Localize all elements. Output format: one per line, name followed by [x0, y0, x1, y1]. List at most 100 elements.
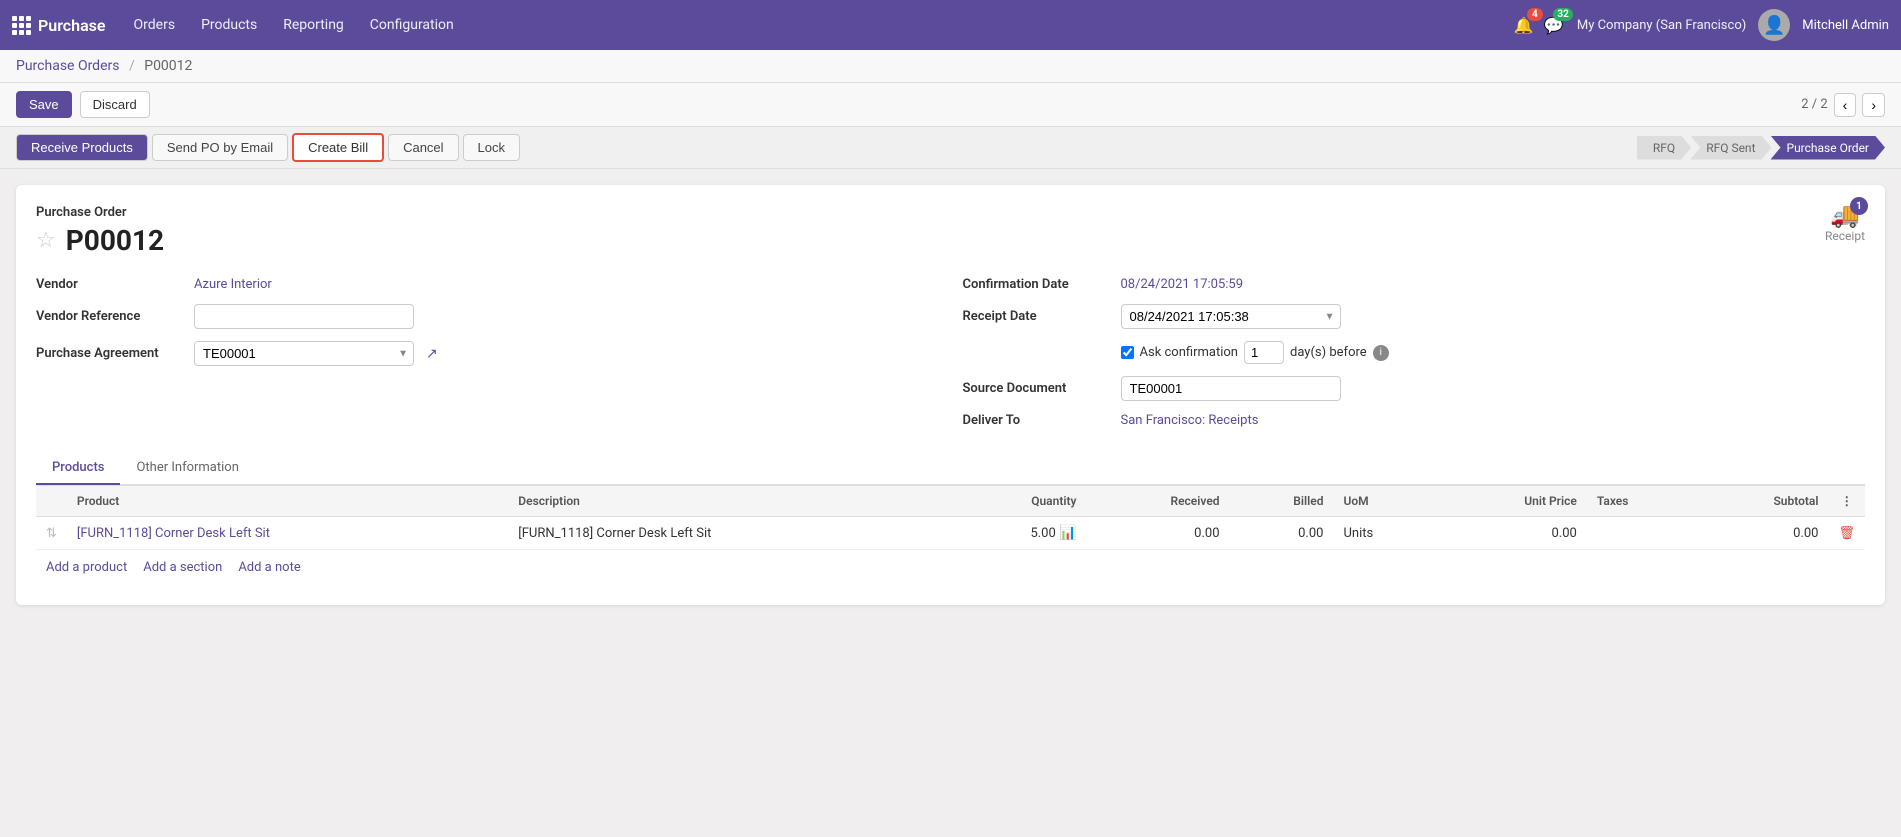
- deliver-to-value[interactable]: San Francisco: Receipts: [1121, 413, 1259, 428]
- breadcrumb: Purchase Orders / P00012: [0, 50, 1901, 83]
- prev-page-button[interactable]: ‹: [1834, 93, 1857, 117]
- products-table: Product Description Quantity Received Bi…: [36, 485, 1865, 550]
- app-title: Purchase: [38, 16, 106, 35]
- ask-confirmation-checkbox[interactable]: [1121, 346, 1134, 359]
- row-delete[interactable]: 🗑: [1828, 517, 1865, 550]
- table-header-row: Product Description Quantity Received Bi…: [36, 486, 1865, 517]
- vendor-reference-label: Vendor Reference: [36, 309, 186, 324]
- nav-orders[interactable]: Orders: [122, 11, 188, 39]
- row-handle[interactable]: ⇅: [36, 517, 67, 550]
- nav-badges: 🔔 4 💬 32: [1513, 14, 1565, 36]
- receive-products-button[interactable]: Receive Products: [16, 134, 148, 161]
- source-document-input[interactable]: [1121, 376, 1341, 401]
- status-rfq[interactable]: RFQ: [1637, 136, 1691, 160]
- breadcrumb-separator: /: [129, 58, 135, 74]
- save-button[interactable]: Save: [16, 91, 72, 118]
- receipt-badge[interactable]: 🚚 1 Receipt: [1825, 201, 1865, 243]
- ask-confirmation-row: Ask confirmation day(s) before i: [963, 341, 1866, 364]
- grid-icon: [12, 16, 30, 34]
- next-page-button[interactable]: ›: [1862, 93, 1885, 117]
- doc-title-row: ☆ P00012: [36, 224, 1865, 257]
- action-bar: Save Discard 2 / 2 ‹ ›: [0, 83, 1901, 127]
- app-logo[interactable]: Purchase: [12, 16, 106, 35]
- confirmation-date-label: Confirmation Date: [963, 277, 1113, 292]
- status-trail: RFQ RFQ Sent Purchase Order: [1638, 136, 1885, 160]
- deliver-to-label: Deliver To: [963, 413, 1113, 428]
- col-product: Product: [67, 486, 508, 517]
- purchase-agreement-select-wrap: TE00001 ▼: [194, 341, 414, 366]
- row-billed: 0.00: [1230, 517, 1334, 550]
- ask-confirmation-checkbox-row: Ask confirmation day(s) before i: [1121, 341, 1389, 364]
- col-quantity: Quantity: [950, 486, 1087, 517]
- row-quantity: 5.00 📊: [950, 517, 1087, 550]
- add-note-link[interactable]: Add a note: [238, 560, 300, 575]
- col-description: Description: [508, 486, 949, 517]
- status-rfq-sent[interactable]: RFQ Sent: [1690, 136, 1771, 160]
- main-content: 🚚 1 Receipt Purchase Order ☆ P00012 Vend…: [0, 169, 1901, 826]
- purchase-agreement-label: Purchase Agreement: [36, 346, 186, 361]
- user-avatar[interactable]: 👤: [1758, 9, 1790, 41]
- chat-badge[interactable]: 💬 32: [1543, 14, 1565, 36]
- tabs: Products Other Information: [36, 452, 1865, 485]
- purchase-agreement-select[interactable]: TE00001: [194, 341, 414, 366]
- form-right: Confirmation Date 08/24/2021 17:05:59 Re…: [963, 277, 1866, 428]
- col-taxes: Taxes: [1587, 486, 1694, 517]
- tab-products[interactable]: Products: [36, 452, 120, 485]
- send-po-email-button[interactable]: Send PO by Email: [152, 134, 288, 161]
- vendor-reference-input[interactable]: [194, 304, 414, 329]
- row-subtotal: 0.00: [1694, 517, 1829, 550]
- nav-configuration[interactable]: Configuration: [358, 11, 466, 39]
- create-bill-button[interactable]: Create Bill: [292, 133, 384, 162]
- user-name[interactable]: Mitchell Admin: [1802, 18, 1889, 33]
- col-unit-price: Unit Price: [1437, 486, 1587, 517]
- col-billed: Billed: [1230, 486, 1334, 517]
- nav-products[interactable]: Products: [189, 11, 269, 39]
- status-purchase-order[interactable]: Purchase Order: [1771, 136, 1886, 160]
- receipt-date-select[interactable]: 08/24/2021 17:05:38: [1121, 304, 1341, 329]
- row-taxes[interactable]: [1587, 517, 1694, 550]
- receipt-date-label: Receipt Date: [963, 309, 1113, 324]
- doc-type-label: Purchase Order: [36, 205, 1865, 220]
- add-product-link[interactable]: Add a product: [46, 560, 127, 575]
- days-before-label: day(s) before: [1290, 345, 1367, 360]
- tab-other-information[interactable]: Other Information: [120, 452, 254, 485]
- discard-button[interactable]: Discard: [80, 91, 150, 118]
- cancel-button[interactable]: Cancel: [388, 134, 458, 161]
- row-product[interactable]: [FURN_1118] Corner Desk Left Sit: [67, 517, 508, 550]
- drag-handle-icon: ⇅: [46, 526, 57, 541]
- breadcrumb-parent[interactable]: Purchase Orders: [16, 58, 119, 74]
- receipt-label: Receipt: [1825, 229, 1865, 243]
- company-name: My Company (San Francisco): [1577, 18, 1746, 33]
- confirmation-date-value: 08/24/2021 17:05:59: [1121, 277, 1244, 292]
- vendor-reference-row: Vendor Reference: [36, 304, 939, 329]
- form-left: Vendor Azure Interior Vendor Reference P…: [36, 277, 939, 428]
- row-unit-price[interactable]: 0.00: [1437, 517, 1587, 550]
- receipt-count: 1: [1850, 197, 1868, 215]
- nav-right: 🔔 4 💬 32 My Company (San Francisco) 👤 Mi…: [1513, 9, 1889, 41]
- nav-reporting[interactable]: Reporting: [271, 11, 356, 39]
- ask-confirmation-days-input[interactable]: [1244, 341, 1284, 364]
- delete-row-icon[interactable]: 🗑: [1838, 526, 1855, 541]
- page-indicator: 2 / 2: [1801, 97, 1827, 112]
- row-uom: Units: [1333, 517, 1436, 550]
- col-subtotal: Subtotal: [1694, 486, 1829, 517]
- document-card: 🚚 1 Receipt Purchase Order ☆ P00012 Vend…: [16, 185, 1885, 605]
- vendor-value[interactable]: Azure Interior: [194, 277, 272, 292]
- notification-badge[interactable]: 🔔 4: [1513, 14, 1535, 36]
- page-nav: 2 / 2 ‹ ›: [1801, 93, 1885, 117]
- favorite-star-icon[interactable]: ☆: [36, 228, 56, 253]
- add-section-link[interactable]: Add a section: [143, 560, 222, 575]
- col-received: Received: [1086, 486, 1229, 517]
- row-description[interactable]: [FURN_1118] Corner Desk Left Sit: [508, 517, 949, 550]
- receipt-date-row: Receipt Date 08/24/2021 17:05:38 ▼: [963, 304, 1866, 329]
- notification-count: 4: [1527, 8, 1543, 21]
- toolbar: Receive Products Send PO by Email Create…: [0, 127, 1901, 169]
- vendor-row: Vendor Azure Interior: [36, 277, 939, 292]
- deliver-to-row: Deliver To San Francisco: Receipts: [963, 413, 1866, 428]
- forecast-chart-icon[interactable]: 📊: [1059, 525, 1076, 541]
- purchase-agreement-row: Purchase Agreement TE00001 ▼ ↗: [36, 341, 939, 366]
- info-icon[interactable]: i: [1373, 345, 1389, 361]
- external-link-icon[interactable]: ↗: [426, 346, 438, 362]
- col-menu[interactable]: ⋮: [1828, 486, 1865, 517]
- lock-button[interactable]: Lock: [463, 134, 520, 161]
